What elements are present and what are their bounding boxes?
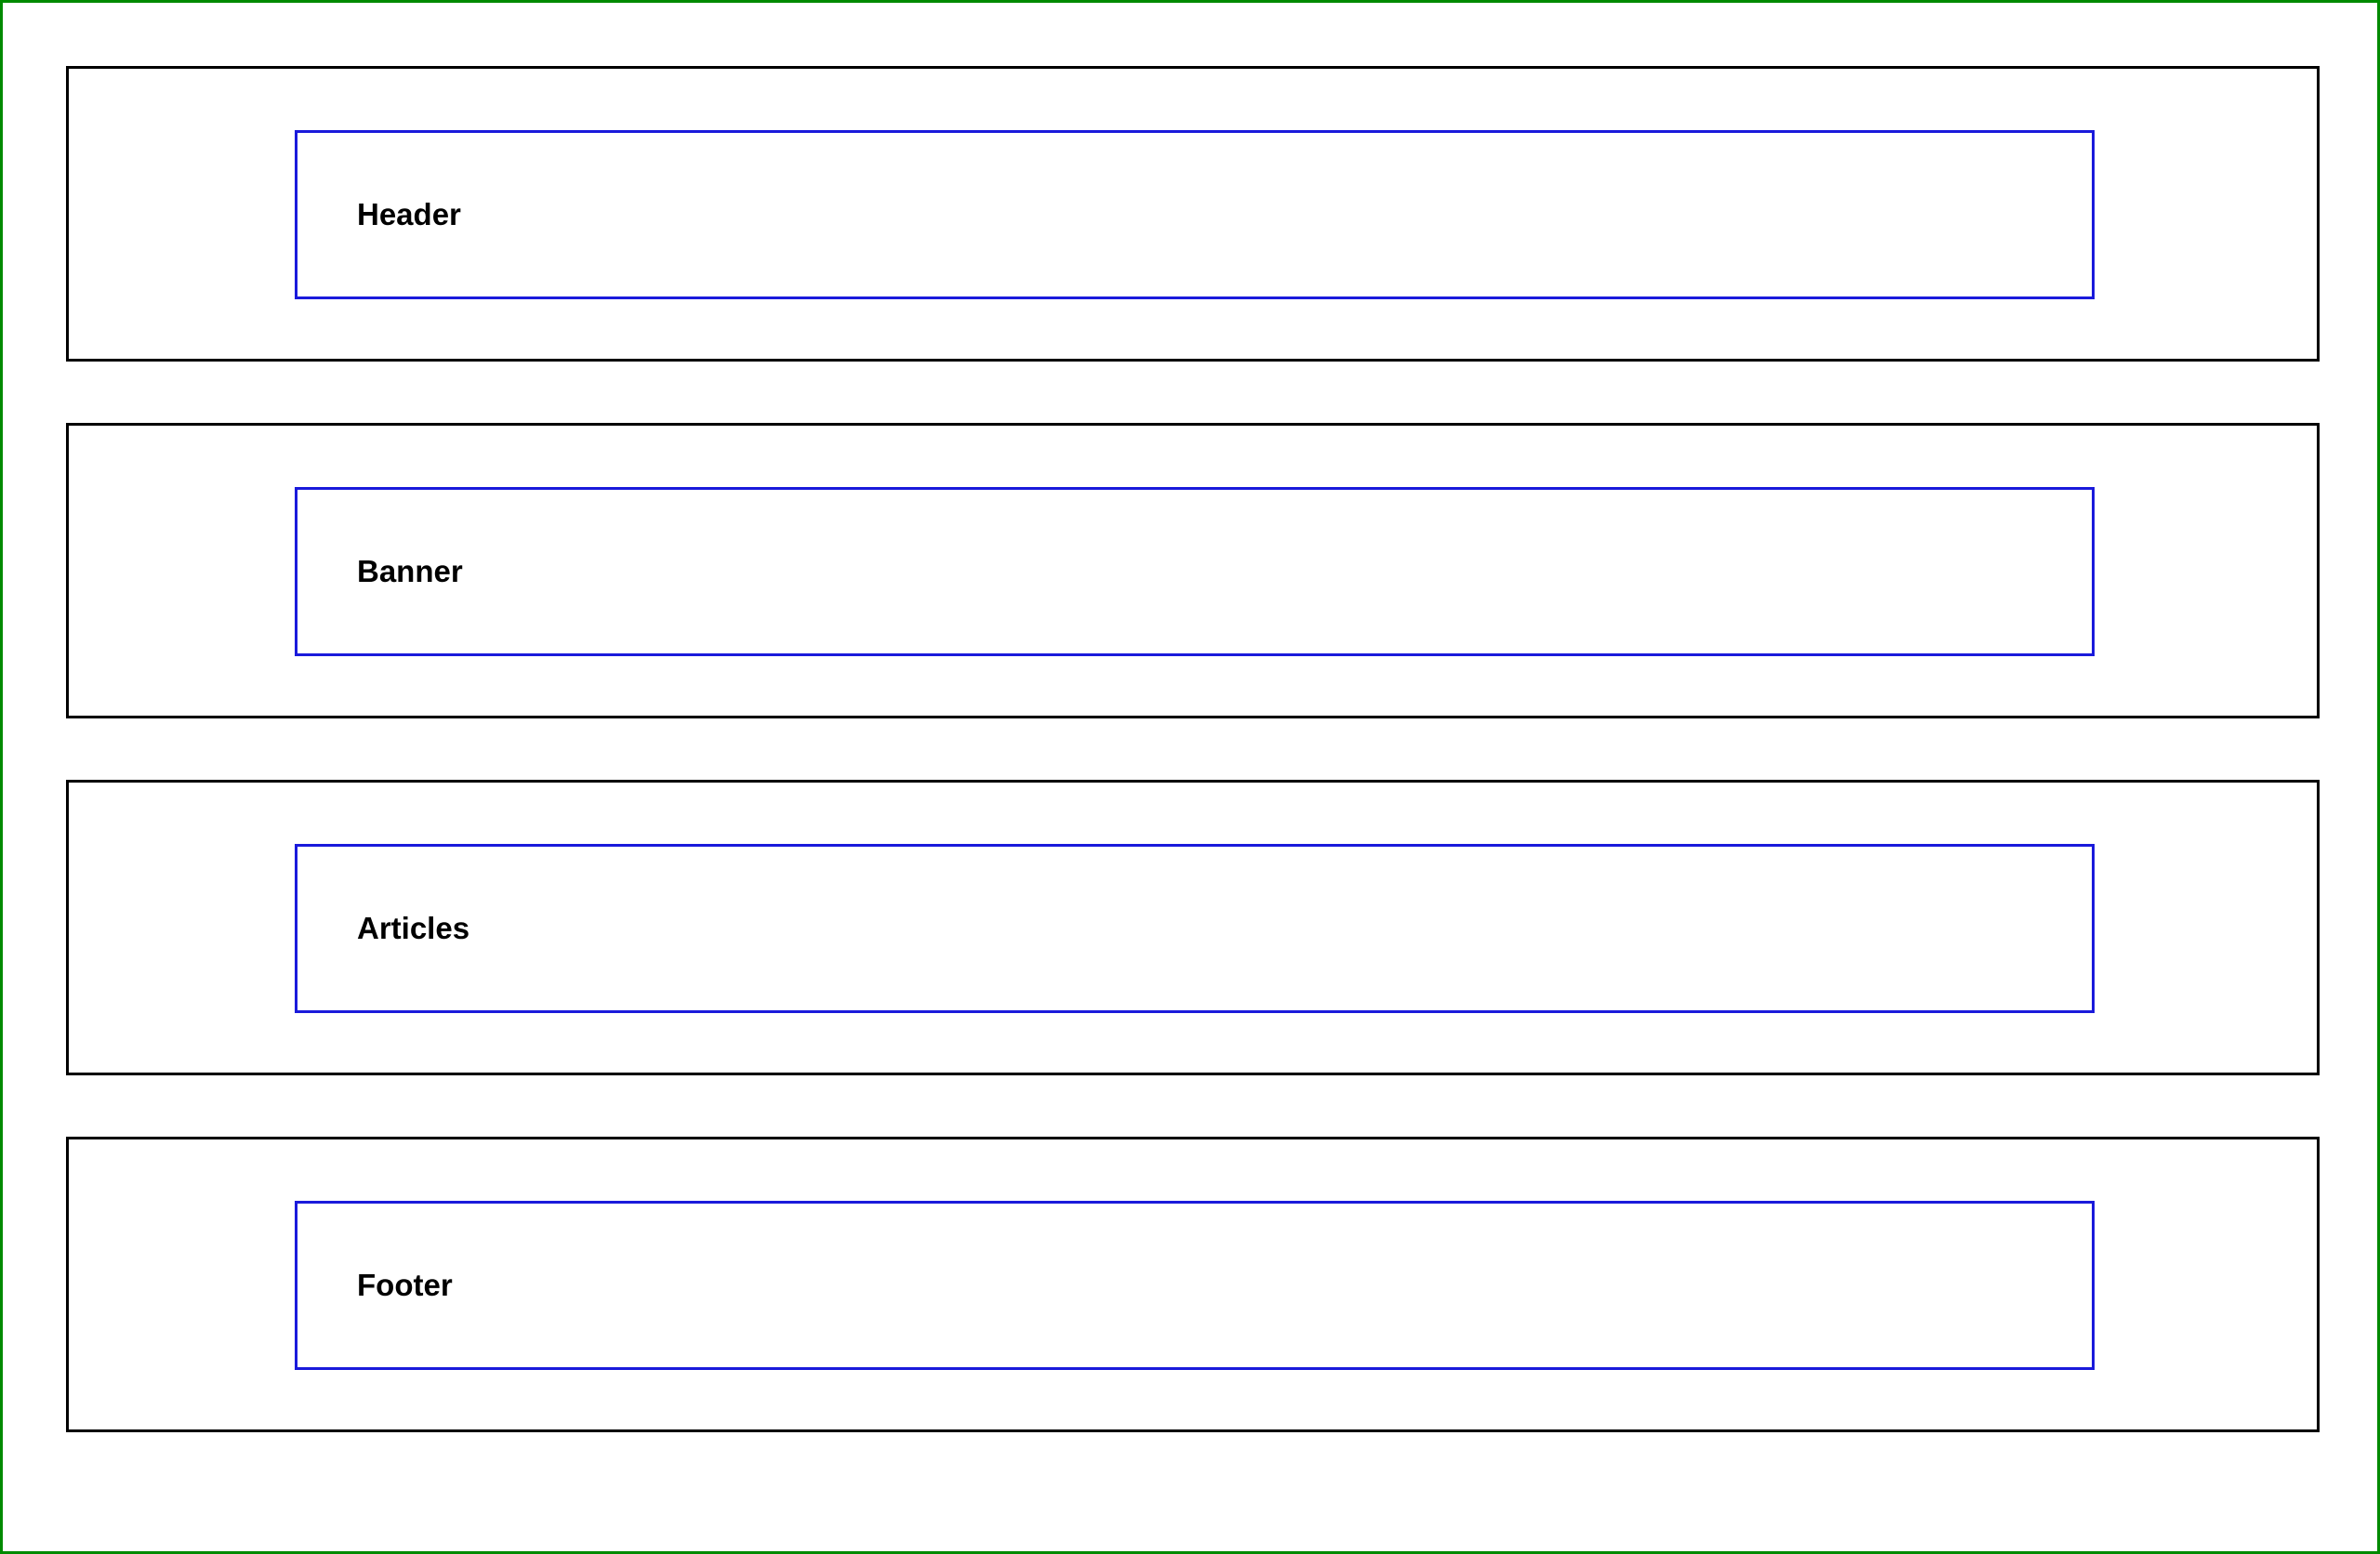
banner-block: Banner	[295, 487, 2095, 656]
banner-section: Banner	[66, 423, 2320, 718]
banner-label: Banner	[357, 554, 463, 588]
header-label: Header	[357, 197, 461, 231]
footer-block: Footer	[295, 1201, 2095, 1370]
footer-section: Footer	[66, 1137, 2320, 1432]
page-frame: Header Banner Articles Footer	[0, 0, 2380, 1554]
articles-label: Articles	[357, 911, 470, 945]
footer-label: Footer	[357, 1268, 453, 1302]
header-section: Header	[66, 66, 2320, 362]
articles-section: Articles	[66, 780, 2320, 1075]
header-block: Header	[295, 130, 2095, 299]
articles-block: Articles	[295, 844, 2095, 1013]
